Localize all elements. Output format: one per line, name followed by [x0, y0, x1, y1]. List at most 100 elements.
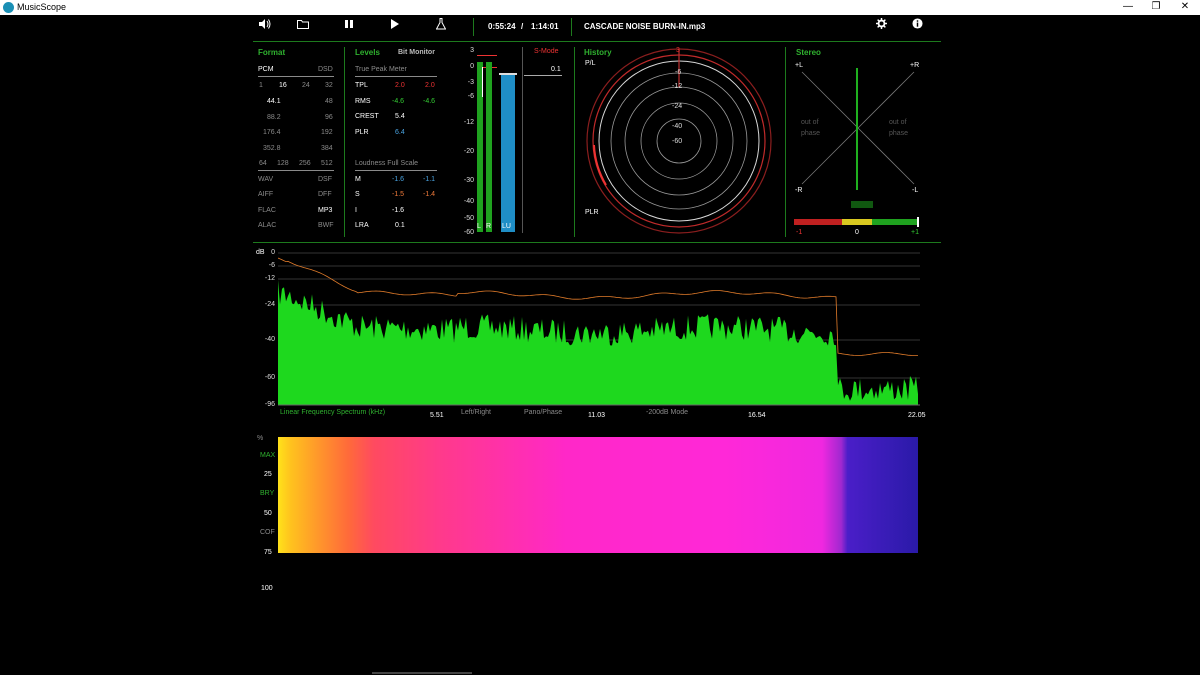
spectrogram-label-50: 50: [264, 510, 272, 517]
right-channel-bar: [486, 62, 492, 232]
meter-scale-minus3: -3: [467, 79, 474, 86]
rate-352: 352.8: [263, 145, 281, 152]
meter-label-l: L: [477, 223, 481, 230]
rate-44: 44.1: [267, 98, 281, 105]
mode-pano-phase[interactable]: Pano/Phase: [524, 409, 562, 416]
gear-icon[interactable]: [872, 18, 890, 36]
spectrogram-label-percent: %: [257, 435, 264, 442]
spectrum-tick-0: 0: [271, 249, 275, 256]
spectrum-x-22-05: 22.05: [908, 412, 926, 419]
panel-divider: [574, 47, 575, 237]
play-icon[interactable]: [386, 18, 404, 36]
time-separator: /: [521, 22, 524, 31]
smode-line: [524, 75, 562, 76]
pcm-label: PCM: [258, 66, 274, 73]
dsd-256: 256: [299, 160, 311, 167]
history-ring-minus60: -60: [672, 138, 683, 145]
smode-value: 0.1: [551, 66, 561, 73]
history-ring-minus6: -6: [675, 69, 682, 76]
spectrogram-label-bry: BRY: [260, 490, 275, 497]
pause-icon[interactable]: [340, 18, 358, 36]
bottom-scroll-indicator[interactable]: [372, 672, 472, 674]
minimize-button[interactable]: —: [1113, 0, 1143, 15]
meter-divider: [522, 47, 523, 233]
spectrum-tick-minus96: -96: [264, 401, 275, 408]
meter-scale-minus20: -20: [463, 148, 474, 155]
corr-label-0: 0: [855, 229, 859, 236]
rms-left: -4.6: [392, 98, 405, 105]
spectrogram-label-max: MAX: [260, 452, 276, 459]
meter-scale-0: 0: [470, 63, 474, 70]
mode-200db[interactable]: -200dB Mode: [646, 409, 688, 416]
plr-value: 6.4: [395, 129, 405, 136]
folder-icon[interactable]: [294, 18, 312, 36]
meter-scale-minus50: -50: [463, 215, 474, 222]
history-ring-minus24: -24: [672, 103, 683, 110]
bit-depth-16: 16: [279, 82, 287, 89]
close-button[interactable]: ✕: [1170, 0, 1200, 15]
speaker-icon[interactable]: [256, 18, 274, 36]
spectrogram-label-75: 75: [264, 549, 272, 556]
i-label: I: [355, 207, 357, 214]
file-bwf: BWF: [318, 222, 334, 229]
flask-icon[interactable]: [432, 18, 450, 36]
spectrum-tick-minus6: -6: [268, 262, 275, 269]
elapsed-time: 0:55:24: [488, 22, 516, 31]
spectrogram-label-25: 25: [264, 471, 272, 478]
tpl-label: TPL: [355, 82, 368, 89]
lu-marker: [499, 73, 517, 75]
title-bar: MusicScope — ❐ ✕: [0, 0, 1200, 15]
corr-label-minus1: -1: [796, 229, 803, 236]
meter-scale-minus60: -60: [463, 229, 474, 236]
crest-value: 5.4: [395, 113, 405, 120]
toolbar-separator: [253, 41, 941, 42]
bit-depth-1: 1: [259, 82, 263, 89]
m-max: -1.1: [423, 176, 436, 183]
panel-divider: [785, 47, 786, 237]
s-label: S: [355, 191, 360, 198]
window-title: MusicScope: [17, 2, 67, 12]
file-wav: WAV: [258, 176, 274, 183]
mode-left-right[interactable]: Left/Right: [461, 409, 491, 416]
spectrum-tick-minus24: -24: [264, 301, 275, 308]
panel-divider: [344, 47, 345, 237]
file-flac: FLAC: [258, 207, 276, 214]
stereo-title: Stereo: [796, 48, 821, 57]
spectrogram-label-100: 100: [261, 585, 273, 592]
spectrum-x-16-54: 16.54: [748, 412, 766, 419]
bit-monitor-label[interactable]: Bit Monitor: [398, 49, 435, 56]
meter-scale-minus6: -6: [467, 93, 474, 100]
stereo-scope: [794, 68, 919, 227]
dsd-64: 64: [259, 160, 267, 167]
spectrogram: [278, 437, 918, 553]
file-name: CASCADE NOISE BURN-IN.mp3: [584, 22, 706, 31]
levels-divider: [355, 76, 437, 77]
history-ring-minus40: -40: [672, 123, 683, 130]
meter-scale-minus12: -12: [463, 119, 474, 126]
meter-scale-minus40: -40: [463, 198, 474, 205]
spectrum-x-5-51: 5.51: [430, 412, 444, 419]
spectrum-title: Linear Frequency Spectrum (kHz): [280, 409, 386, 416]
toolbar-divider: [473, 18, 474, 36]
restore-button[interactable]: ❐: [1141, 0, 1171, 15]
levels-title: Levels: [355, 48, 380, 57]
rms-label: RMS: [355, 98, 371, 105]
dsd-512: 512: [321, 160, 333, 167]
i-value: -1.6: [392, 207, 405, 214]
rms-right: -4.6: [423, 98, 436, 105]
dsd-128: 128: [277, 160, 289, 167]
lu-bar: [501, 74, 515, 232]
meter-label-r: R: [486, 223, 492, 230]
format-divider: [258, 76, 334, 77]
rate-96: 96: [325, 114, 333, 121]
format-divider: [258, 170, 334, 171]
spectrum-tick-minus12: -12: [264, 275, 275, 282]
info-icon[interactable]: [908, 18, 926, 36]
peak-line-3db: [477, 55, 497, 56]
s-max: -1.4: [423, 191, 436, 198]
crest-label: CREST: [355, 113, 379, 120]
tpl-right: 2.0: [425, 82, 435, 89]
spectrum-tick-minus40: -40: [264, 336, 275, 343]
smode-label[interactable]: S-Mode: [534, 48, 559, 55]
spectrogram-label-cof: COF: [260, 529, 275, 536]
